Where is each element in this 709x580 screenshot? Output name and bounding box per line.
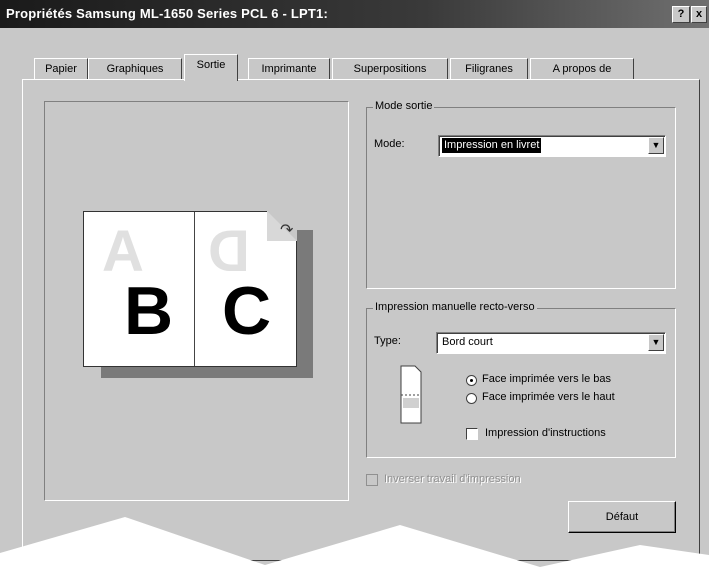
printer-properties-dialog: Propriétés Samsung ML-1650 Series PCL 6 … <box>0 0 709 580</box>
torn-edge <box>0 517 709 580</box>
radio-face-haut-label[interactable]: Face imprimée vers le haut <box>482 391 615 403</box>
tab-imprimante[interactable]: Imprimante <box>248 58 330 80</box>
mode-select-value: Impression en livret <box>442 138 542 153</box>
mode-sortie-legend: Mode sortie <box>373 100 435 112</box>
tab-superpositions[interactable]: Superpositions <box>332 58 448 80</box>
mode-select[interactable]: Impression en livret ▼ <box>438 135 666 157</box>
window-title: Propriétés Samsung ML-1650 Series PCL 6 … <box>6 6 328 21</box>
tab-graphiques[interactable]: Graphiques <box>88 58 182 80</box>
close-button[interactable]: x <box>691 6 707 23</box>
tab-a-propos[interactable]: A propos de <box>530 58 634 80</box>
instructions-checkbox[interactable] <box>466 428 478 440</box>
help-button[interactable]: ? <box>672 6 690 23</box>
radio-face-haut[interactable] <box>466 393 477 404</box>
chevron-down-icon[interactable]: ▼ <box>648 334 664 351</box>
chevron-down-icon[interactable]: ▼ <box>648 137 664 154</box>
instructions-label[interactable]: Impression d'instructions <box>485 427 606 439</box>
booklet-page-preview: A D B C <box>83 211 297 367</box>
reverse-job-label: Inverser travail d'impression <box>384 473 521 485</box>
type-select[interactable]: Bord court ▼ <box>436 332 666 354</box>
radio-face-bas[interactable] <box>466 375 477 386</box>
curved-arrow-icon: ↷ <box>280 222 294 239</box>
page-divider <box>194 212 195 366</box>
title-bar: Propriétés Samsung ML-1650 Series PCL 6 … <box>0 0 709 28</box>
page-letter-b: B <box>124 273 174 349</box>
type-label: Type: <box>374 335 401 347</box>
duplex-legend: Impression manuelle recto-verso <box>373 301 537 313</box>
page-letter-c: C <box>222 273 272 349</box>
radio-face-bas-label[interactable]: Face imprimée vers le bas <box>482 373 611 385</box>
tab-sortie[interactable]: Sortie <box>184 54 238 81</box>
tab-filigranes[interactable]: Filigranes <box>450 58 528 80</box>
type-select-value: Bord court <box>442 336 493 348</box>
tab-papier[interactable]: Papier <box>34 58 88 80</box>
mode-label: Mode: <box>374 138 405 150</box>
reverse-job-checkbox[interactable] <box>366 474 378 486</box>
duplex-page-icon <box>400 365 422 424</box>
